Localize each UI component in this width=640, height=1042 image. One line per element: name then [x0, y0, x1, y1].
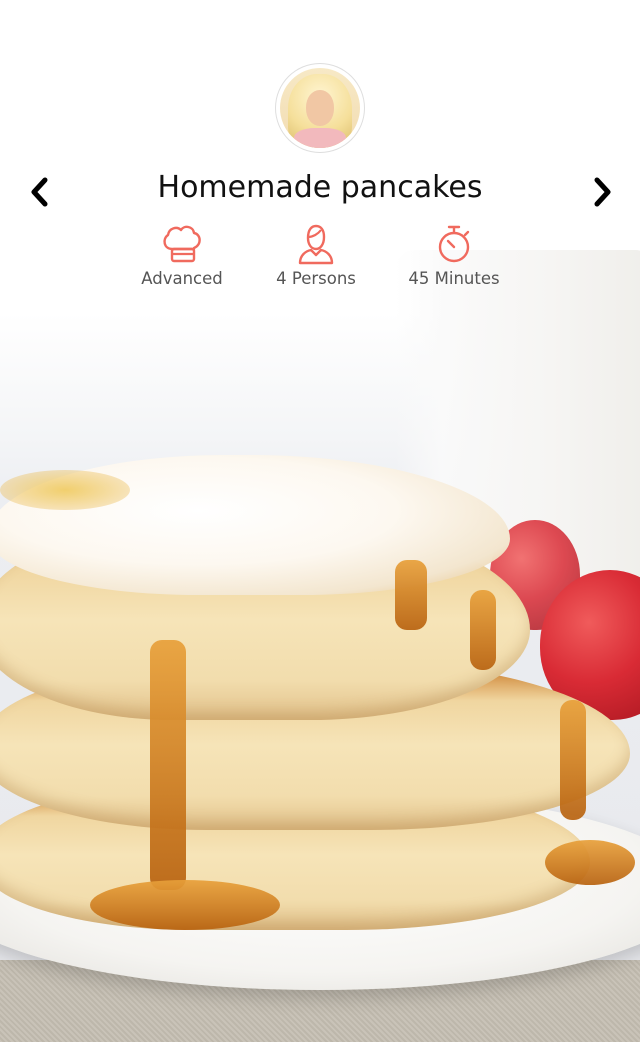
recipe-stats: Advanced 4 Persons 45 Minutes: [0, 222, 640, 302]
servings-stat: 4 Persons: [251, 222, 381, 288]
difficulty-stat: Advanced: [117, 222, 247, 288]
duration-stat: 45 Minutes: [389, 222, 519, 288]
chef-hat-icon: [117, 222, 247, 266]
stopwatch-icon: [389, 222, 519, 266]
recipe-screen: Homemade pancakes Advanced 4 Persons 45 …: [0, 0, 640, 1042]
duration-label: 45 Minutes: [408, 269, 500, 288]
servings-label: 4 Persons: [276, 269, 356, 288]
syrup-drip: [150, 640, 186, 890]
recipe-title: Homemade pancakes: [157, 170, 483, 205]
syrup-drip: [560, 700, 586, 820]
syrup-pool: [545, 840, 635, 885]
avatar-face: [306, 90, 334, 126]
author-avatar[interactable]: [276, 64, 364, 152]
syrup-pool: [90, 880, 280, 930]
avatar-top: [294, 128, 346, 148]
syrup-glaze: [0, 470, 130, 510]
difficulty-label: Advanced: [141, 269, 223, 288]
avatar-photo: [280, 68, 360, 148]
syrup-drip: [395, 560, 427, 630]
syrup-drip: [470, 590, 496, 670]
person-icon: [251, 222, 381, 266]
